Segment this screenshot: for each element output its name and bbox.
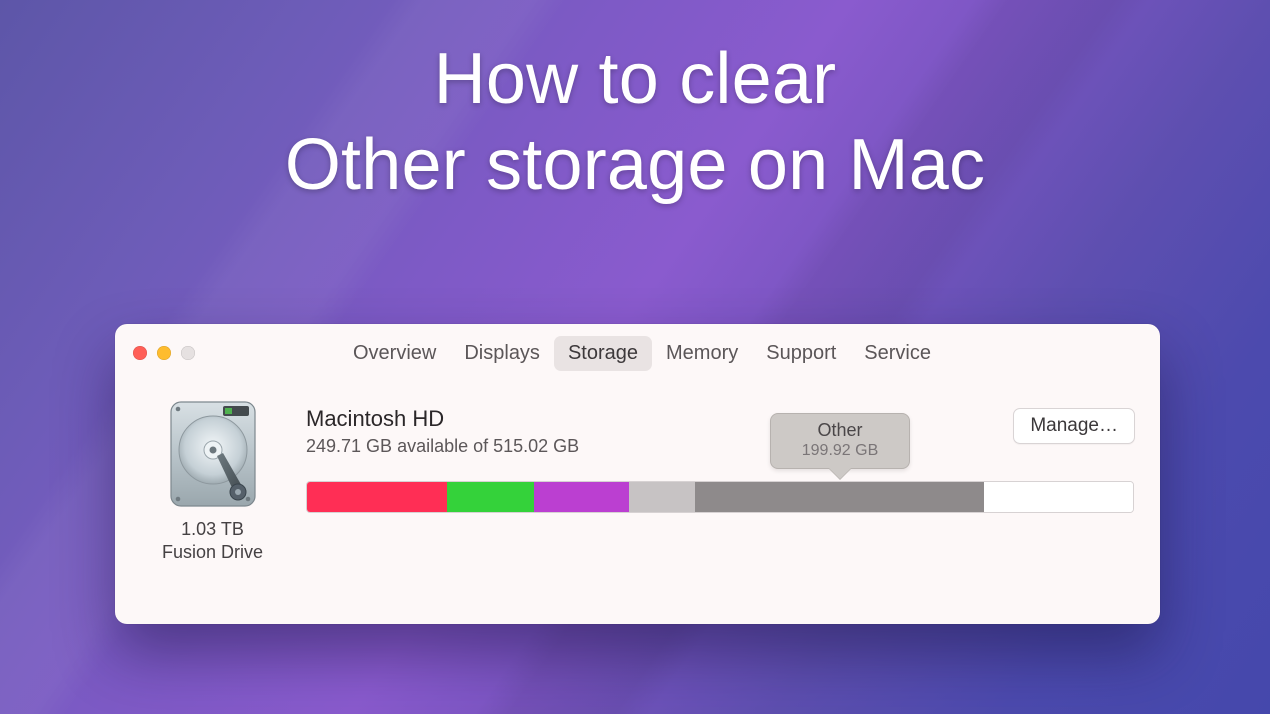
- drive-caption: 1.03 TB Fusion Drive: [162, 518, 263, 563]
- storage-segment-other: [695, 482, 984, 512]
- hero-stage: How to clear Other storage on Mac Overvi…: [0, 0, 1270, 714]
- headline-line1: How to clear: [0, 36, 1270, 122]
- about-this-mac-window: Overview Displays Storage Memory Support…: [115, 324, 1160, 624]
- hard-drive-icon: [165, 400, 261, 508]
- tab-overview[interactable]: Overview: [339, 336, 450, 371]
- zoom-window-button[interactable]: [181, 346, 195, 360]
- minimize-window-button[interactable]: [157, 346, 171, 360]
- storage-segment-purple: [534, 482, 629, 512]
- storage-segment-light: [629, 482, 695, 512]
- tab-support[interactable]: Support: [752, 336, 850, 371]
- tab-storage[interactable]: Storage: [554, 336, 652, 371]
- callout-title: Other: [781, 420, 899, 441]
- storage-content: 1.03 TB Fusion Drive Macintosh HD 249.71…: [115, 382, 1160, 563]
- manage-button[interactable]: Manage…: [1013, 408, 1135, 444]
- drive-type: Fusion Drive: [162, 541, 263, 564]
- callout-subtitle: 199.92 GB: [781, 442, 899, 460]
- tab-memory[interactable]: Memory: [652, 336, 752, 371]
- window-titlebar: Overview Displays Storage Memory Support…: [115, 324, 1160, 382]
- storage-segment-green: [447, 482, 534, 512]
- tab-displays[interactable]: Displays: [450, 336, 554, 371]
- drive-column: 1.03 TB Fusion Drive: [145, 400, 280, 563]
- volume-name: Macintosh HD: [306, 406, 1134, 432]
- hero-headline: How to clear Other storage on Mac: [0, 36, 1270, 209]
- headline-line2: Other storage on Mac: [0, 122, 1270, 208]
- storage-bar: Other 199.92 GB: [306, 481, 1134, 513]
- storage-bar-segments: [307, 482, 1133, 512]
- close-window-button[interactable]: [133, 346, 147, 360]
- traffic-lights: [133, 346, 195, 360]
- tab-bar: Overview Displays Storage Memory Support…: [339, 336, 945, 371]
- storage-segment-free: [984, 482, 1133, 512]
- drive-capacity: 1.03 TB: [162, 518, 263, 541]
- storage-main: Macintosh HD 249.71 GB available of 515.…: [306, 400, 1134, 563]
- other-callout: Other 199.92 GB: [770, 413, 910, 469]
- storage-segment-red: [307, 482, 447, 512]
- volume-availability: 249.71 GB available of 515.02 GB: [306, 436, 1134, 457]
- tab-service[interactable]: Service: [850, 336, 945, 371]
